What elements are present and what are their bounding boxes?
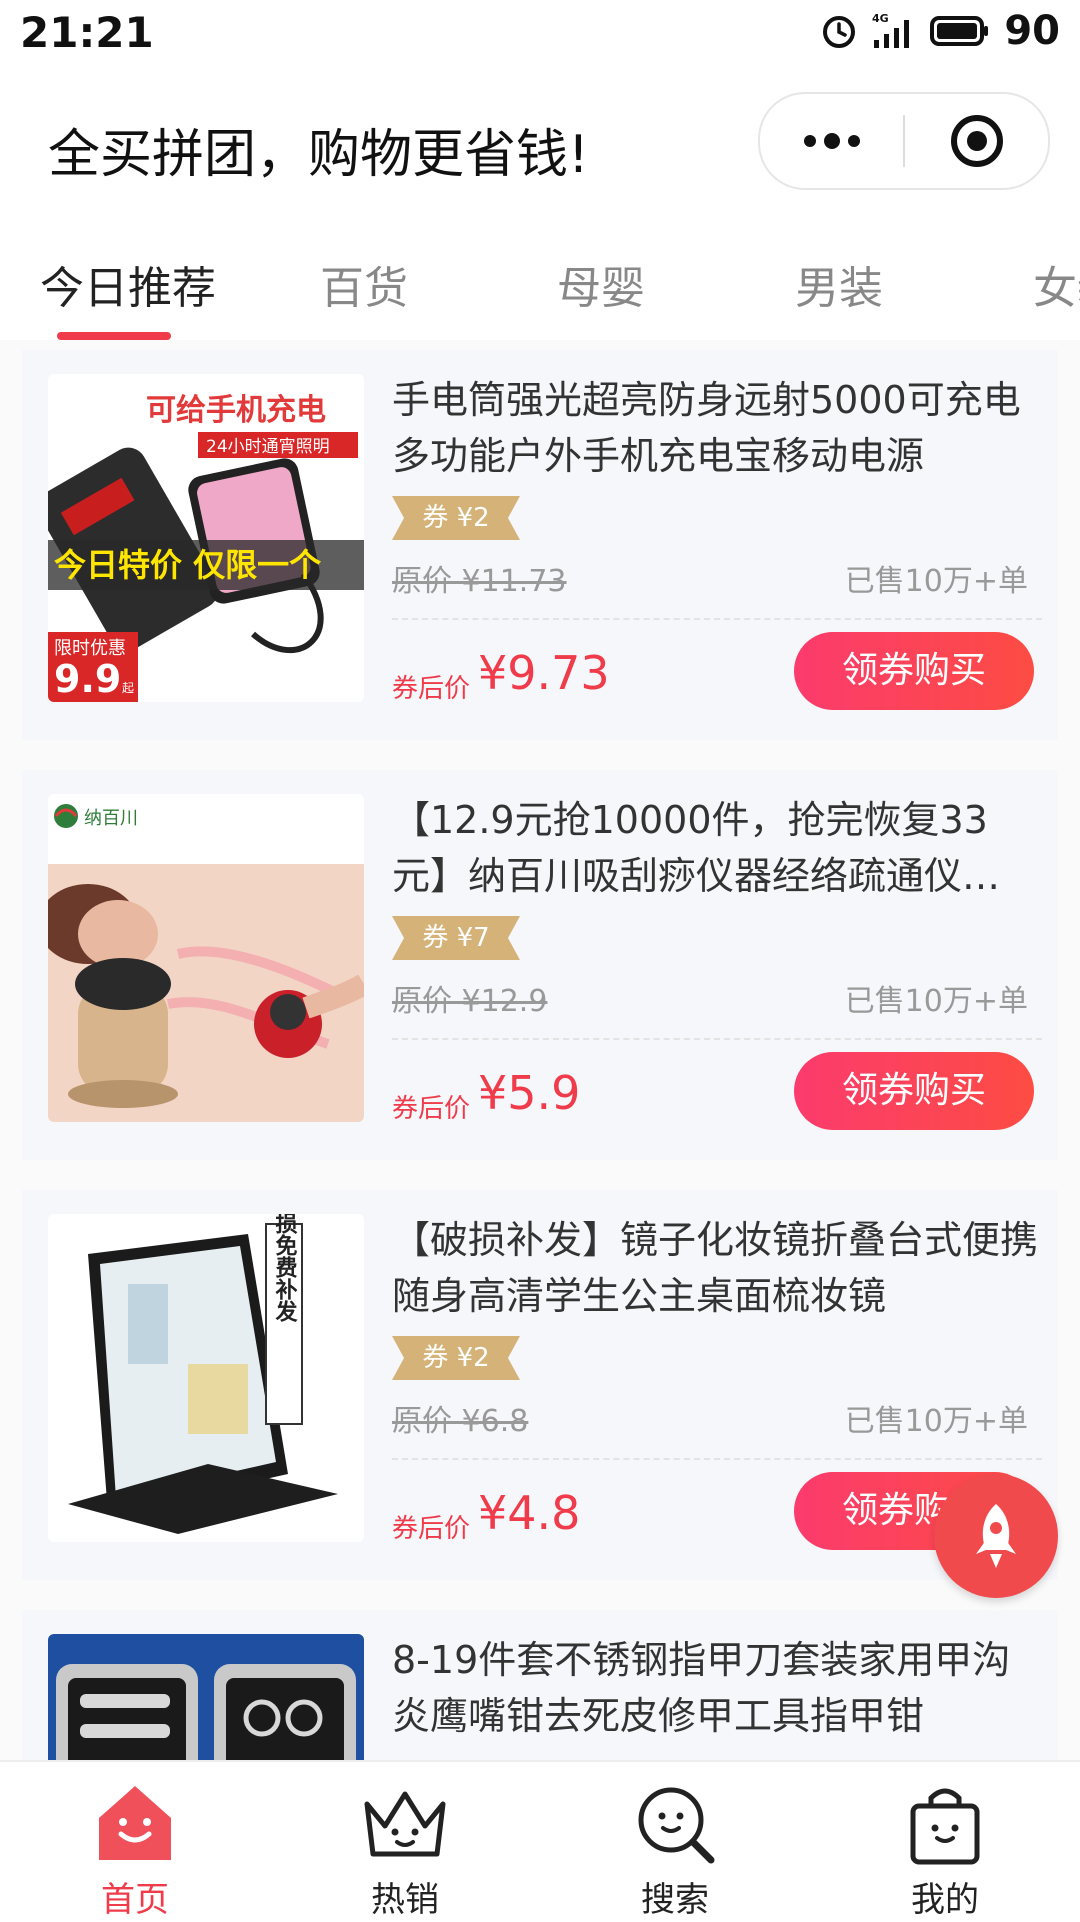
divider — [392, 1458, 1042, 1460]
after-coupon-price: ¥4.8 — [478, 1486, 581, 1540]
battery-icon — [930, 16, 989, 46]
nav-hot-label: 热销 — [371, 1880, 439, 1920]
alarm-icon — [823, 16, 856, 48]
close-miniprogram-button[interactable] — [905, 94, 1048, 188]
category-tabs: 今日推荐 百货 母婴 男装 女装 — [0, 220, 1080, 340]
tab-menswear[interactable]: 男装 — [795, 252, 883, 316]
tab-womenswear[interactable]: 女装 — [1033, 252, 1080, 316]
coupon-tag: 券 ¥7 — [392, 916, 520, 960]
nav-search[interactable]: 搜索 — [540, 1762, 810, 1922]
original-price: 原价 ¥11.73 — [392, 564, 567, 599]
thumb-brand: 纳百川 — [84, 808, 138, 829]
active-tab-indicator — [57, 332, 171, 340]
divider — [392, 618, 1042, 620]
product-feed[interactable]: 可给手机充电 24小时通宵照明 今日特价 仅限一个 限时优惠 9.9 起 手电筒… — [0, 340, 1080, 1760]
page-title: 全买拼团，购物更省钱! — [48, 125, 589, 185]
flashlight-image: 可给手机充电 24小时通宵照明 今日特价 仅限一个 限时优惠 9.9 起 — [48, 374, 364, 702]
product-card[interactable]: 可给手机充电 24小时通宵照明 今日特价 仅限一个 限时优惠 9.9 起 手电筒… — [22, 350, 1058, 740]
product-title[interactable]: 【12.9元抢10000件，抢完恢复33元】纳百川吸刮痧仪器经络疏通仪… — [392, 792, 1042, 904]
mirror-image: 破损免费补发 — [48, 1214, 364, 1542]
product-card[interactable]: 破损免费补发 【破损补发】镜子化妆镜折叠台式便携随身高清学生公主桌面梳妆镜 券 … — [22, 1190, 1058, 1580]
product-title[interactable]: 8-19件套不锈钢指甲刀套装家用甲沟炎鹰嘴钳去死皮修甲工具指甲钳 — [392, 1632, 1042, 1744]
bag-icon — [910, 1788, 980, 1865]
product-image-flashlight[interactable]: 可给手机充电 24小时通宵照明 今日特价 仅限一个 限时优惠 9.9 起 — [48, 374, 364, 702]
sold-count: 已售10万+单 — [844, 564, 1028, 599]
nav-mine[interactable]: 我的 — [810, 1762, 1080, 1922]
coupon-text: 券 ¥2 — [422, 503, 490, 533]
product-title[interactable]: 手电筒强光超亮防身远射5000可充电多功能户外手机充电宝移动电源 — [392, 372, 1042, 484]
coupon-text: 券 ¥2 — [422, 1343, 490, 1373]
coupon-tag: 券 ¥2 — [392, 496, 520, 540]
product-image-gua-sha[interactable]: 纳百川 — [48, 794, 364, 1122]
nail-clipper-image — [48, 1634, 364, 1760]
network-label: 4G — [872, 12, 889, 25]
after-coupon-label: 券后价 — [392, 1514, 471, 1544]
back-to-top-button[interactable] — [934, 1474, 1058, 1598]
product-image-nail-clipper-set[interactable] — [48, 1634, 364, 1760]
thumb-sub: 24小时通宵照明 — [206, 437, 330, 457]
status-bar: 21:21 4G 90 — [0, 0, 1080, 70]
nav-hot[interactable]: 热销 — [270, 1762, 540, 1922]
sold-count: 已售10万+单 — [844, 984, 1028, 1019]
more-button[interactable] — [760, 94, 903, 188]
thumb-badge-unit: 起 — [122, 681, 134, 695]
thumb-side-text: 破损免费补发 — [272, 1214, 299, 1323]
after-coupon-price: ¥5.9 — [478, 1066, 581, 1120]
status-time: 21:21 — [20, 8, 154, 57]
product-image-mirror[interactable]: 破损免费补发 — [48, 1214, 364, 1542]
tab-mother-baby[interactable]: 母婴 — [557, 252, 645, 316]
thumb-headline: 可给手机充电 — [146, 393, 326, 428]
crown-icon — [364, 1791, 446, 1857]
miniprogram-capsule — [758, 92, 1050, 190]
nav-mine-label: 我的 — [911, 1880, 979, 1920]
home-icon — [99, 1786, 171, 1860]
claim-coupon-buy-button[interactable]: 领券购买 — [794, 1052, 1034, 1130]
nav-search-label: 搜索 — [641, 1880, 709, 1920]
coupon-text: 券 ¥7 — [422, 923, 490, 953]
nav-home-label: 首页 — [101, 1880, 169, 1920]
thumb-badge-price: 9.9 — [54, 657, 121, 701]
divider — [392, 1038, 1042, 1040]
rocket-icon — [976, 1504, 1016, 1568]
after-coupon-label: 券后价 — [392, 1094, 471, 1124]
product-card[interactable]: 纳百川 【12.9元抢10000件，抢完恢复33元】纳百川吸刮痧仪器经络疏通仪…… — [22, 770, 1058, 1160]
bottom-nav: 首页 热销 搜索 我的 — [0, 1760, 1080, 1922]
claim-coupon-buy-button[interactable]: 领券购买 — [794, 632, 1034, 710]
nav-home[interactable]: 首页 — [0, 1762, 270, 1922]
tab-general-goods[interactable]: 百货 — [320, 252, 408, 316]
product-title[interactable]: 【破损补发】镜子化妆镜折叠台式便携随身高清学生公主桌面梳妆镜 — [392, 1212, 1042, 1324]
search-icon — [638, 1787, 715, 1864]
original-price: 原价 ¥12.9 — [392, 984, 548, 1019]
original-price: 原价 ¥6.8 — [392, 1404, 529, 1439]
thumb-promo: 今日特价 仅限一个 — [54, 546, 321, 584]
tab-today-recommend[interactable]: 今日推荐 — [40, 252, 216, 316]
gua-sha-image: 纳百川 — [48, 794, 364, 1122]
title-bar: 全买拼团，购物更省钱! — [0, 70, 1080, 210]
after-coupon-label: 券后价 — [392, 674, 471, 704]
battery-level: 90 — [1004, 8, 1060, 54]
sold-count: 已售10万+单 — [844, 1404, 1028, 1439]
target-close-icon — [950, 115, 1003, 167]
thumb-badge-top: 限时优惠 — [54, 638, 126, 659]
more-dots-icon — [803, 133, 860, 149]
coupon-tag: 券 ¥2 — [392, 1336, 520, 1380]
signal-icon: 4G — [872, 12, 910, 48]
after-coupon-price: ¥9.73 — [478, 646, 610, 700]
status-indicators: 4G 90 — [820, 8, 1060, 54]
product-card[interactable]: 8-19件套不锈钢指甲刀套装家用甲沟炎鹰嘴钳去死皮修甲工具指甲钳 — [22, 1610, 1058, 1760]
